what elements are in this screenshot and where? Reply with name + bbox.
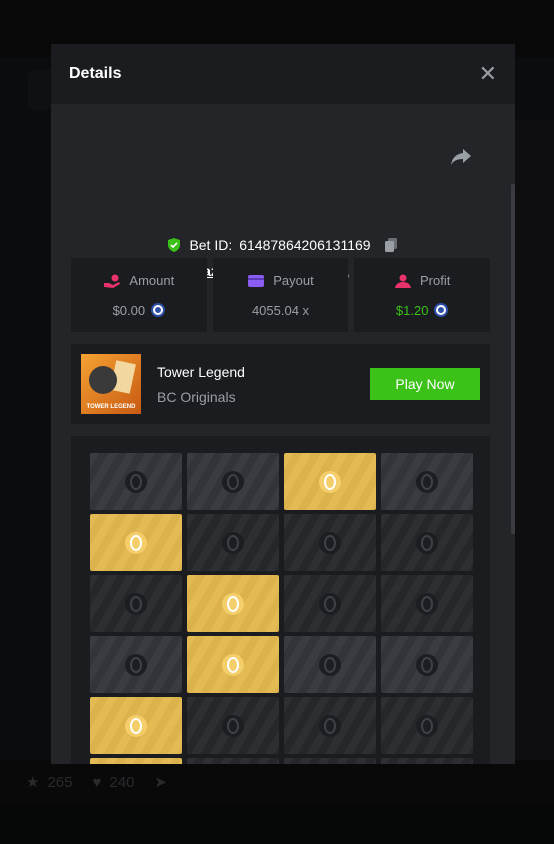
tile-hidden xyxy=(284,514,376,571)
tile-hidden xyxy=(381,636,473,693)
gem-icon xyxy=(125,531,147,554)
tile-hidden xyxy=(284,575,376,632)
gem-icon xyxy=(416,714,438,737)
bet-id-value: 61487864206131169 xyxy=(239,237,371,253)
tile-hidden xyxy=(187,453,279,510)
gem-icon xyxy=(125,714,147,737)
game-provider: BC Originals xyxy=(157,388,236,405)
coin-icon xyxy=(151,303,166,317)
tile-hidden xyxy=(381,575,473,632)
gem-icon xyxy=(222,592,244,615)
amount-hand-icon xyxy=(104,274,121,288)
bet-stats: Amount $0.00 Payout 4055.04 x Profit $1.… xyxy=(71,258,491,332)
bet-id-label: Bet ID: xyxy=(189,237,233,253)
amount-value: $0.00 xyxy=(112,302,146,318)
tile-revealed-gem xyxy=(284,453,376,510)
payout-label: Payout xyxy=(273,273,314,288)
play-now-button[interactable]: Play Now xyxy=(370,368,480,400)
tile-hidden xyxy=(90,575,182,632)
gem-icon xyxy=(416,531,438,554)
copy-icon[interactable] xyxy=(382,236,400,254)
tile-revealed-gem xyxy=(90,514,182,571)
gem-icon xyxy=(222,531,244,554)
gem-icon xyxy=(319,653,341,676)
tile-hidden xyxy=(284,636,376,693)
gem-icon xyxy=(125,470,147,493)
gem-icon xyxy=(319,592,341,615)
game-info: Tower Legend BC Originals xyxy=(157,364,370,405)
tile-revealed-gem xyxy=(90,697,182,754)
profit-user-icon xyxy=(395,274,411,288)
gem-icon xyxy=(319,714,341,737)
tower-grid xyxy=(90,453,473,764)
stat-amount: Amount $0.00 xyxy=(71,258,207,332)
tile-revealed-gem xyxy=(187,575,279,632)
tile-hidden xyxy=(187,758,279,764)
tile-hidden xyxy=(187,697,279,754)
tile-hidden xyxy=(381,453,473,510)
gem-icon xyxy=(125,592,147,615)
verified-shield-icon xyxy=(168,238,181,252)
gem-icon xyxy=(319,531,341,554)
profit-value: $1.20 xyxy=(395,302,429,318)
details-modal: Details ✕ Bet ID: 61487864206131169 By a… xyxy=(51,44,515,764)
modal-title: Details xyxy=(69,65,122,82)
close-icon[interactable]: ✕ xyxy=(479,63,497,85)
wallet-icon xyxy=(248,274,265,287)
amount-label: Amount xyxy=(129,273,175,288)
tile-hidden xyxy=(284,697,376,754)
gem-icon xyxy=(125,653,147,676)
tile-revealed-gem xyxy=(90,758,182,764)
profit-label: Profit xyxy=(420,273,451,288)
tile-hidden xyxy=(187,514,279,571)
tile-hidden xyxy=(381,758,473,764)
gem-icon xyxy=(222,714,244,737)
tile-hidden xyxy=(381,514,473,571)
stat-profit: Profit $1.20 xyxy=(354,258,491,332)
bet-id-row: Bet ID: 61487864206131169 xyxy=(51,236,515,254)
share-icon[interactable] xyxy=(449,144,473,168)
payout-value: 4055.04 x xyxy=(251,302,310,318)
tile-hidden xyxy=(90,453,182,510)
gem-icon xyxy=(416,592,438,615)
thumbnail-label: TOWER LEGEND xyxy=(86,404,136,410)
coin-icon xyxy=(434,303,449,317)
tile-hidden xyxy=(381,697,473,754)
tile-hidden xyxy=(90,636,182,693)
game-thumbnail[interactable]: TOWER LEGEND xyxy=(81,354,141,414)
game-card: TOWER LEGEND Tower Legend BC Originals P… xyxy=(71,344,490,424)
tile-revealed-gem xyxy=(187,636,279,693)
gem-icon xyxy=(416,653,438,676)
modal-header: Details ✕ xyxy=(51,44,515,104)
game-name[interactable]: Tower Legend xyxy=(157,364,370,380)
tile-hidden xyxy=(284,758,376,764)
tower-board xyxy=(71,436,490,764)
gem-icon xyxy=(319,470,341,493)
gem-icon xyxy=(222,653,244,676)
gorilla-icon xyxy=(89,366,117,394)
gem-icon xyxy=(416,470,438,493)
stat-payout: Payout 4055.04 x xyxy=(212,258,349,332)
gem-icon xyxy=(222,470,244,493)
